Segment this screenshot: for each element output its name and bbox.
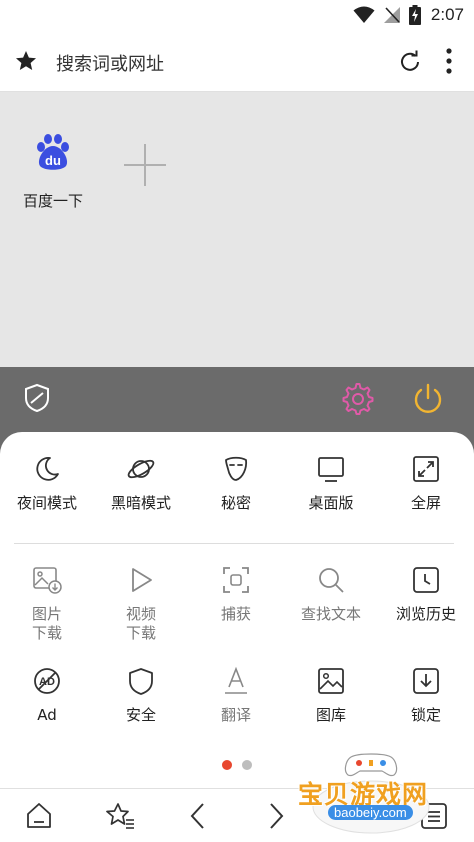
mask-icon [225,456,248,481]
translate-icon [225,666,247,694]
menu-gallery[interactable]: 图库 [284,666,378,725]
menu-fullscreen[interactable]: 全屏 [379,454,473,513]
home-icon[interactable] [24,801,54,831]
menu-desktop-version[interactable]: 桌面版 [284,454,378,513]
forward-icon[interactable] [264,801,288,831]
menu-security[interactable]: 安全 [94,666,188,725]
back-icon[interactable] [186,801,210,831]
menu-label: 翻译 [220,706,251,724]
monitor-icon [318,457,344,482]
menu-label: 浏览历史 [395,605,456,623]
play-icon [132,568,152,592]
more-vert-icon[interactable] [444,47,454,77]
baidu-logo-text: du [45,153,61,168]
history-icon [413,567,439,593]
menu-label: 秘密 [220,494,251,512]
menu-capture[interactable]: 捕获 [189,565,283,624]
menu-label-line: 下载 [31,624,62,642]
moon-icon [36,457,59,481]
menu-label: 图库 [315,706,346,724]
page-dot-active[interactable] [222,760,232,770]
baidu-logo-icon: du [37,134,69,170]
menu-label-line: 图片 [31,605,62,623]
menu-night-mode[interactable]: 夜间模式 [0,454,94,513]
quick-menu-sheet: 夜间模式 黑暗模式 秘密 桌面版 全屏 图片 下载 视频 下载 捕获 查找文本 … [0,432,474,788]
menu-lock[interactable]: 锁定 [379,666,473,725]
ad-block-icon: AD [34,668,60,694]
menu-video-download[interactable]: 视频 下载 [94,565,188,643]
shield-icon[interactable] [22,382,52,414]
image-download-icon [33,567,62,594]
menu-label: 全屏 [410,494,441,512]
menu-dark-mode[interactable]: 黑暗模式 [94,454,188,513]
watermark-url: baobeiy.com [328,805,413,820]
divider [14,543,454,544]
shield-outline-icon [129,668,153,695]
menu-find-text[interactable]: 查找文本 [284,565,378,624]
battery-charging-icon [408,5,421,25]
search-icon [319,568,344,593]
power-icon[interactable] [410,381,446,417]
menu-label: Ad [37,706,57,724]
planet-icon [127,459,155,479]
menu-label-line: 视频 [125,605,156,623]
menu-label: 捕获 [220,605,251,623]
wifi-icon [353,6,375,23]
reload-icon[interactable] [397,49,423,75]
status-bar: 2:07 [0,0,474,34]
speed-dial-area: du 百度一下 [0,92,474,367]
gallery-icon [318,668,344,694]
menu-label: 安全 [125,706,156,724]
status-time: 2:07 [430,5,464,24]
menu-label: 桌面版 [308,494,354,512]
watermark: 宝贝游戏网 baobeiy.com [296,745,446,840]
menu-translate[interactable]: 翻译 [189,666,283,725]
gear-icon[interactable] [340,381,376,417]
lock-download-icon [413,668,439,694]
menu-label: 图片 下载 [0,605,94,643]
menu-label: 夜间模式 [16,494,77,512]
add-icon[interactable] [122,142,168,188]
speed-dial-tile-baidu[interactable]: du 百度一下 [18,132,88,211]
menu-history[interactable]: 浏览历史 [379,565,473,624]
capture-icon [223,567,249,593]
fullscreen-icon [413,456,439,482]
menu-ad-block[interactable]: AD Ad [0,666,94,725]
page-dot[interactable] [242,760,252,770]
bookmark-star-icon[interactable] [104,801,136,831]
menu-label: 黑暗模式 [110,494,171,512]
menu-label: 锁定 [410,706,441,724]
search-input[interactable]: 搜索词或网址 [56,50,164,76]
menu-label-line: 下载 [125,624,156,642]
menu-label: 视频 下载 [94,605,188,643]
star-icon[interactable] [14,49,38,73]
menu-label: 查找文本 [300,605,361,623]
url-bar: 搜索词或网址 [0,34,474,92]
page-indicator [222,760,252,770]
no-signal-icon [383,7,400,23]
menu-private[interactable]: 秘密 [189,454,283,513]
speed-dial-label: 百度一下 [22,192,83,210]
menu-image-download[interactable]: 图片 下载 [0,565,94,643]
